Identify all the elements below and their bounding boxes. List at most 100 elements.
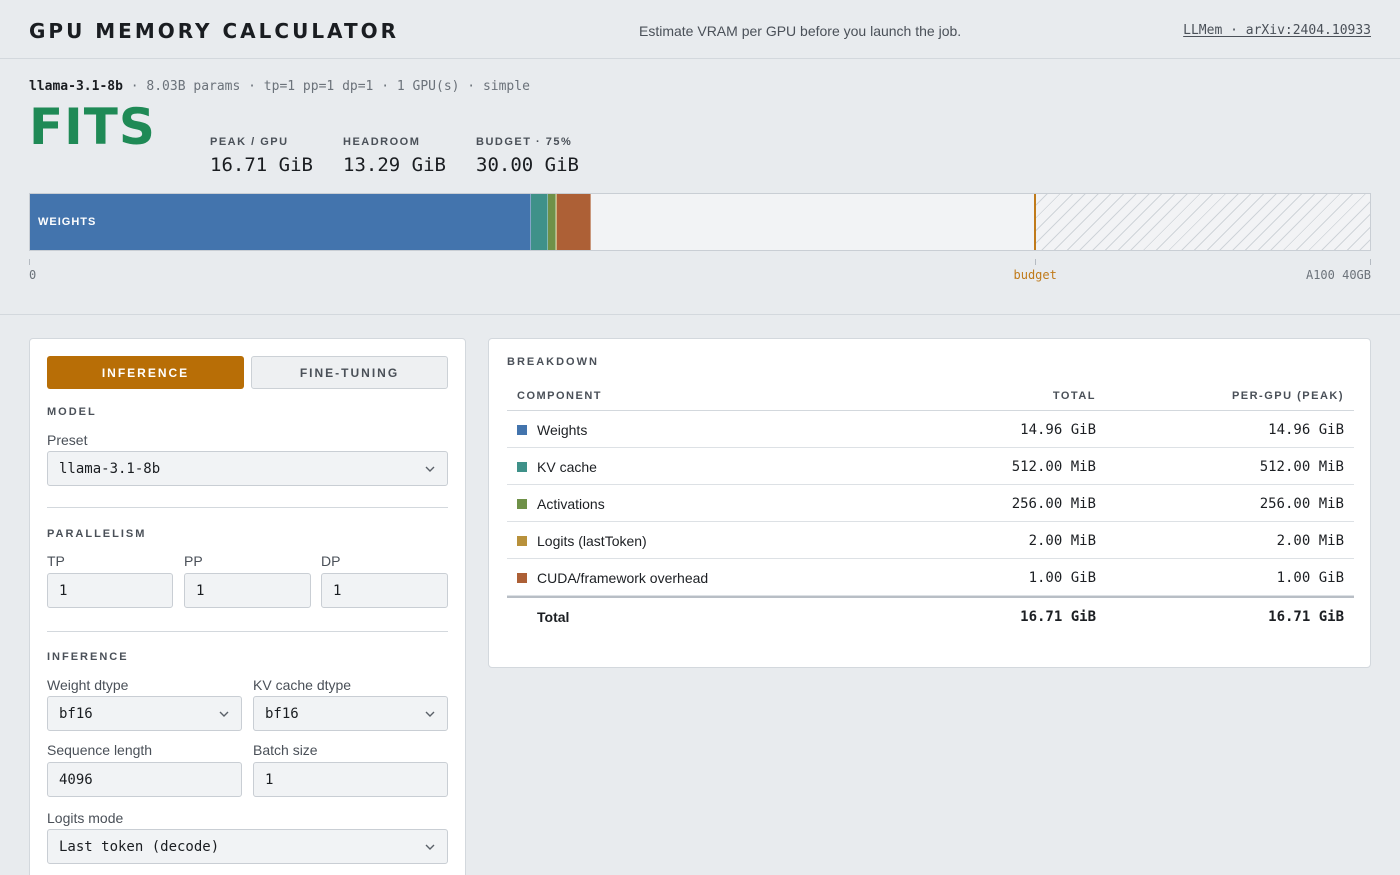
tp-input[interactable]: 1	[47, 573, 173, 608]
component-per-gpu: 14.96 GiB	[1268, 422, 1344, 438]
reference-link[interactable]: LLMem · arXiv:2404.10933	[1183, 23, 1371, 38]
logits-mode-label: Logits mode	[47, 810, 124, 826]
pp-label: PP	[184, 553, 203, 569]
weight-dtype-value: bf16	[59, 705, 93, 722]
component-total: 1.00 GiB	[1028, 570, 1096, 586]
bar-segment-weights: WEIGHTS	[30, 194, 532, 250]
stat-value: 16.71 GiB	[210, 154, 313, 176]
tagline: Estimate VRAM per GPU before you launch …	[639, 23, 962, 39]
model-name: llama-3.1-8b	[29, 79, 123, 94]
breakdown-panel: BREAKDOWN COMPONENT TOTAL PER-GPU (PEAK)…	[488, 338, 1371, 668]
segment-label: WEIGHTS	[38, 216, 97, 228]
seq-len-input[interactable]: 4096	[47, 762, 242, 797]
axis-tick-end	[1370, 259, 1371, 265]
pp-input[interactable]: 1	[184, 573, 311, 608]
legend-swatch	[517, 573, 527, 583]
batch-size-input[interactable]: 1	[253, 762, 448, 797]
component-name: KV cache	[537, 459, 597, 475]
stat-headroom: HEADROOM 13.29 GiB	[343, 136, 446, 176]
stat-budget: BUDGET · 75% 30.00 GiB	[476, 136, 579, 176]
tp-label: TP	[47, 553, 65, 569]
table-row: Weights 14.96 GiB 14.96 GiB	[507, 411, 1354, 448]
table-row: CUDA/framework overhead 1.00 GiB 1.00 Gi…	[507, 559, 1354, 596]
column-header-total: TOTAL	[1052, 390, 1096, 402]
divider	[47, 507, 448, 508]
over-budget-zone	[1035, 194, 1370, 250]
component-per-gpu: 512.00 MiB	[1259, 459, 1344, 475]
bar-segment-overhead	[557, 194, 591, 250]
chevron-down-icon	[219, 711, 229, 717]
batch-size-label: Batch size	[253, 742, 318, 758]
stat-label: HEADROOM	[343, 136, 421, 148]
memory-bar: WEIGHTS	[29, 193, 1371, 251]
parallelism-group-title: PARALLELISM	[47, 528, 147, 540]
chevron-down-icon	[425, 711, 435, 717]
controls-panel: INFERENCE FINE-TUNING MODEL Preset llama…	[29, 338, 466, 875]
total-per-gpu: 16.71 GiB	[1268, 609, 1344, 625]
dp-label: DP	[321, 553, 341, 569]
axis-label-start: 0	[29, 268, 37, 282]
component-total: 2.00 MiB	[1028, 533, 1096, 549]
section-divider	[0, 314, 1400, 315]
legend-swatch	[517, 462, 527, 472]
kv-dtype-select[interactable]: bf16	[253, 696, 448, 731]
total-value: 16.71 GiB	[1020, 609, 1096, 625]
axis-label-budget: budget	[1013, 268, 1057, 282]
fit-verdict: FITS	[29, 98, 156, 156]
preset-value: llama-3.1-8b	[59, 460, 161, 477]
breakdown-table: COMPONENT TOTAL PER-GPU (PEAK) Weights 1…	[507, 381, 1354, 634]
weight-dtype-label: Weight dtype	[47, 677, 129, 693]
component-total: 512.00 MiB	[1011, 459, 1096, 475]
axis-tick-budget	[1035, 259, 1036, 265]
model-details: · 8.03B params · tp=1 pp=1 dp=1 · 1 GPU(…	[122, 79, 530, 94]
stat-peak: PEAK / GPU 16.71 GiB	[210, 136, 313, 176]
chevron-down-icon	[425, 844, 435, 850]
chevron-down-icon	[425, 466, 435, 472]
logits-mode-value: Last token (decode)	[59, 838, 220, 855]
logits-mode-select[interactable]: Last token (decode)	[47, 829, 448, 864]
axis-tick-start	[29, 259, 30, 265]
divider	[47, 631, 448, 632]
kv-dtype-value: bf16	[265, 705, 299, 722]
component-name: Weights	[537, 422, 588, 438]
weight-dtype-select[interactable]: bf16	[47, 696, 242, 731]
component-name: Logits (lastToken)	[537, 533, 647, 549]
component-per-gpu: 2.00 MiB	[1276, 533, 1344, 549]
preset-select[interactable]: llama-3.1-8b	[47, 451, 448, 486]
component-total: 256.00 MiB	[1011, 496, 1096, 512]
component-name: CUDA/framework overhead	[537, 570, 709, 586]
legend-swatch	[517, 536, 527, 546]
table-row: KV cache 512.00 MiB 512.00 MiB	[507, 448, 1354, 485]
breakdown-title: BREAKDOWN	[507, 356, 599, 368]
seq-len-label: Sequence length	[47, 742, 153, 758]
total-label: Total	[537, 609, 570, 625]
model-summary: llama-3.1-8b · 8.03B params · tp=1 pp=1 …	[29, 79, 530, 94]
legend-swatch	[517, 499, 527, 509]
bar-segment-activations	[547, 194, 557, 250]
legend-swatch	[517, 425, 527, 435]
column-header-component: COMPONENT	[517, 390, 602, 402]
stat-label: BUDGET · 75%	[476, 136, 573, 148]
component-total: 14.96 GiB	[1020, 422, 1096, 438]
stat-value: 30.00 GiB	[476, 154, 579, 176]
preset-label: Preset	[47, 432, 88, 448]
stat-value: 13.29 GiB	[343, 154, 446, 176]
table-row: Logits (lastToken) 2.00 MiB 2.00 MiB	[507, 522, 1354, 559]
axis-label-capacity: A100 40GB	[1305, 268, 1371, 282]
table-row: Activations 256.00 MiB 256.00 MiB	[507, 485, 1354, 522]
component-per-gpu: 1.00 GiB	[1276, 570, 1344, 586]
dp-input[interactable]: 1	[321, 573, 448, 608]
inference-group-title: INFERENCE	[47, 651, 129, 663]
column-header-per-gpu: PER-GPU (PEAK)	[1231, 390, 1344, 402]
top-bar: GPU MEMORY CALCULATOR Estimate VRAM per …	[0, 0, 1400, 59]
budget-marker	[1034, 194, 1036, 250]
app-title: GPU MEMORY CALCULATOR	[29, 19, 400, 43]
stat-label: PEAK / GPU	[210, 136, 289, 148]
table-total-row: Total 16.71 GiB 16.71 GiB	[507, 596, 1354, 634]
kv-dtype-label: KV cache dtype	[253, 677, 352, 693]
finetuning-mode-button[interactable]: FINE-TUNING	[251, 356, 448, 389]
component-per-gpu: 256.00 MiB	[1259, 496, 1344, 512]
bar-segment-kv-cache	[531, 194, 548, 250]
table-header: COMPONENT TOTAL PER-GPU (PEAK)	[507, 381, 1354, 411]
inference-mode-button[interactable]: INFERENCE	[47, 356, 244, 389]
